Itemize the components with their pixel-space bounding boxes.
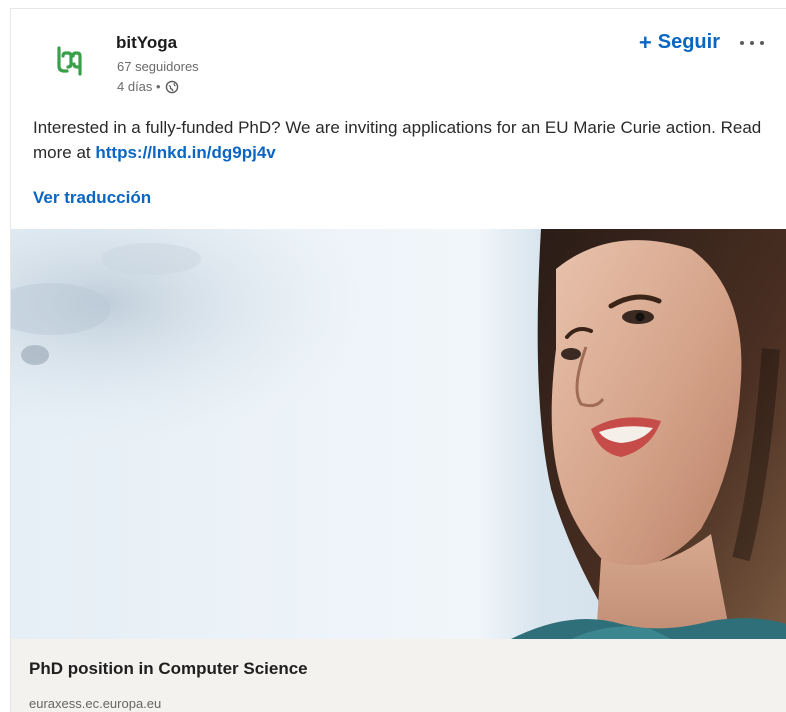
post-text: Interested in a fully-funded PhD? We are… (33, 115, 778, 165)
author-name[interactable]: bitYoga (116, 33, 177, 53)
post-card: bitYoga 67 seguidores 4 días • + Seguir … (10, 8, 786, 712)
follow-button[interactable]: + Seguir (639, 31, 720, 54)
post-link[interactable]: https://lnkd.in/dg9pj4v (95, 143, 275, 162)
globe-icon (165, 80, 179, 94)
bityoga-logo-icon (57, 46, 82, 76)
link-preview-footer[interactable]: PhD position in Computer Science euraxes… (11, 639, 786, 712)
follow-label: Seguir (657, 31, 720, 53)
link-preview-title[interactable]: PhD position in Computer Science (29, 659, 308, 679)
link-preview-image[interactable] (11, 229, 786, 639)
post-age: 4 días • (117, 79, 161, 94)
post-header: bitYoga 67 seguidores 4 días • + Seguir (11, 9, 786, 109)
translate-button[interactable]: Ver traducción (33, 188, 151, 208)
more-options-icon[interactable] (734, 32, 770, 54)
plus-icon: + (638, 29, 652, 55)
link-preview-domain: euraxess.ec.europa.eu (29, 696, 162, 711)
follower-count: 67 seguidores (117, 59, 199, 74)
post-meta: 4 días • (117, 79, 179, 94)
company-logo[interactable] (41, 33, 97, 89)
